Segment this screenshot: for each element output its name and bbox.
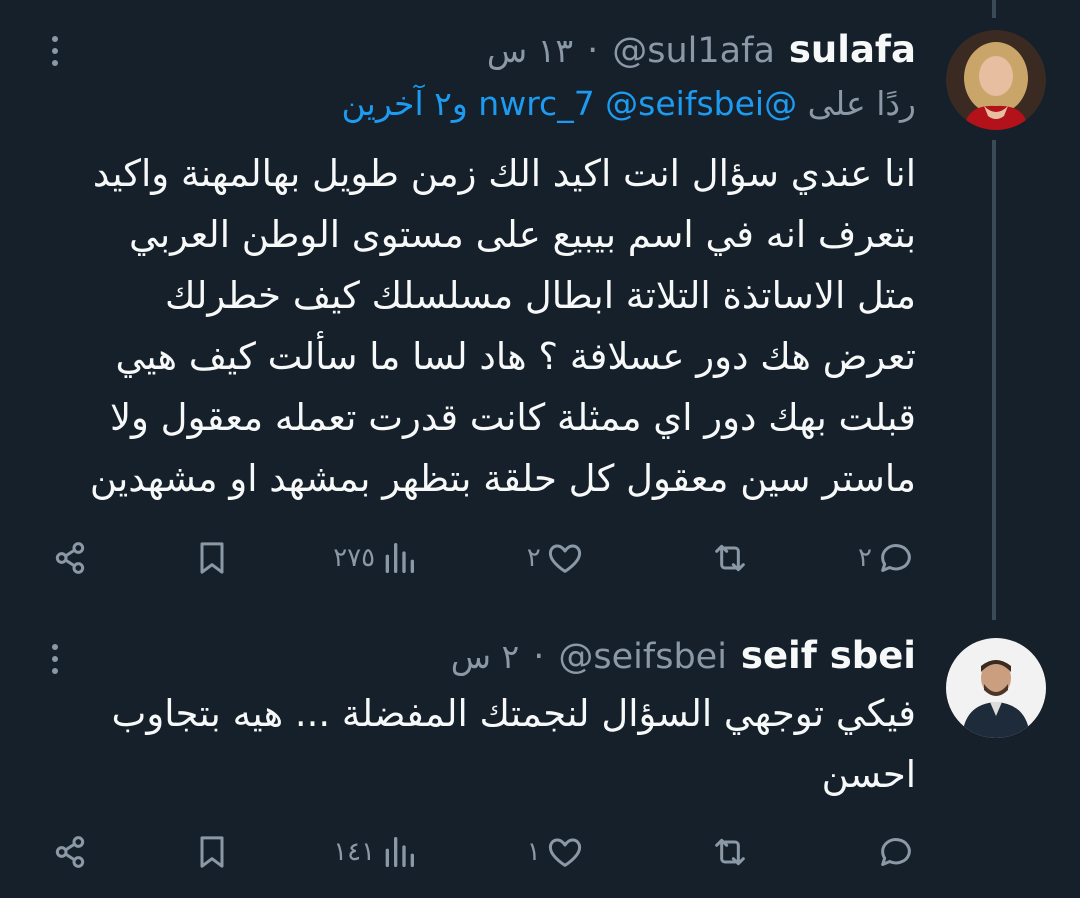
like-icon: [548, 544, 581, 573]
like-button[interactable]: ٢: [521, 538, 585, 578]
like-button[interactable]: ١: [521, 832, 585, 872]
timestamp[interactable]: ٢ س: [451, 637, 520, 676]
separator-dot: ·: [587, 31, 599, 71]
views-button[interactable]: ١٤١: [333, 832, 419, 872]
user-handle[interactable]: @sul1afa: [612, 31, 775, 71]
thread-connector-top: [992, 0, 996, 18]
retweet-button[interactable]: [686, 832, 750, 872]
tweet-header: seif sbei @seifsbei · ٢ س: [451, 634, 916, 677]
share-button[interactable]: [50, 538, 90, 578]
reply-count: ٢: [857, 543, 872, 573]
reply-icon: [881, 838, 911, 866]
tweet-text: انا عندي سؤال انت اكيد الك زمن طويل بهال…: [56, 143, 916, 509]
avatar-seif-sbei[interactable]: [946, 638, 1046, 738]
reply-mentions[interactable]: @nwrc_7 @seifsbei: [478, 84, 797, 123]
views-icon: [385, 837, 415, 867]
tweet-text-line: انا عندي سؤال انت اكيد الك زمن طويل بهال…: [92, 152, 916, 195]
bookmark-icon: [200, 836, 224, 868]
tweet-text-line: تعرض هك دور عسلافة ؟ هاد لسا ما سألت كيف…: [115, 335, 916, 378]
thread-connector: [992, 140, 996, 620]
view-count: ١٤١: [333, 837, 376, 867]
share-button[interactable]: [50, 832, 90, 872]
display-name[interactable]: seif sbei: [741, 634, 916, 677]
action-bar: ٢ ٢ ٢٧٥: [50, 533, 916, 583]
share-icon: [55, 542, 85, 574]
tweet-text-line: متل الاساتذة التلاتة ابطال مسلسلك كيف خط…: [164, 274, 916, 317]
tweet-text-line: ماستر سين معقول كل حلقة بتظهر بمشهد او م…: [89, 457, 916, 500]
separator-dot: ·: [533, 637, 545, 677]
retweet-button[interactable]: [686, 538, 750, 578]
retweet-icon: [715, 838, 746, 866]
tweet-text-line: فيكي توجهي السؤال لنجمتك المفضلة ... هيه…: [111, 692, 916, 735]
display-name[interactable]: sulafa: [789, 28, 916, 71]
tweet-text-line: قبلت بهك دور اي ممثلة كانت قدرت تعمله مع…: [109, 396, 916, 439]
views-button[interactable]: ٢٧٥: [333, 538, 419, 578]
bookmark-button[interactable]: [192, 538, 232, 578]
bookmark-button[interactable]: [192, 832, 232, 872]
avatar-sulafa[interactable]: [946, 30, 1046, 130]
more-icon[interactable]: [50, 36, 60, 66]
reply-button[interactable]: [852, 832, 916, 872]
reply-button[interactable]: ٢: [852, 538, 916, 578]
bookmark-icon: [200, 542, 224, 574]
retweet-icon: [715, 544, 746, 572]
tweet-text: فيكي توجهي السؤال لنجمتك المفضلة ... هيه…: [56, 683, 916, 805]
action-bar: ١ ١٤١: [50, 827, 916, 877]
views-icon: [385, 543, 415, 573]
reply-prefix: ردًا على: [807, 84, 916, 123]
replying-to: ردًا على @nwrc_7 @seifsbei و٢ آخرين: [342, 84, 916, 123]
avatar-photo-icon: [946, 30, 1046, 130]
reply-others-link[interactable]: و٢ آخرين: [342, 84, 468, 123]
reply-icon: [881, 544, 911, 572]
tweet-text-line: احسن: [821, 753, 916, 796]
tweet-header: sulafa @sul1afa · ١٣ س: [487, 28, 916, 71]
timestamp[interactable]: ١٣ س: [487, 31, 573, 70]
tweet-text-line: بتعرف انه في اسم بيبيع على مستوى الوطن ا…: [129, 213, 916, 256]
share-icon: [55, 836, 85, 868]
avatar-photo-icon: [946, 638, 1046, 738]
more-icon[interactable]: [50, 644, 60, 674]
like-count: ١: [526, 837, 541, 867]
like-icon: [548, 838, 581, 867]
user-handle[interactable]: @seifsbei: [558, 637, 727, 677]
view-count: ٢٧٥: [333, 543, 376, 573]
like-count: ٢: [526, 543, 541, 573]
